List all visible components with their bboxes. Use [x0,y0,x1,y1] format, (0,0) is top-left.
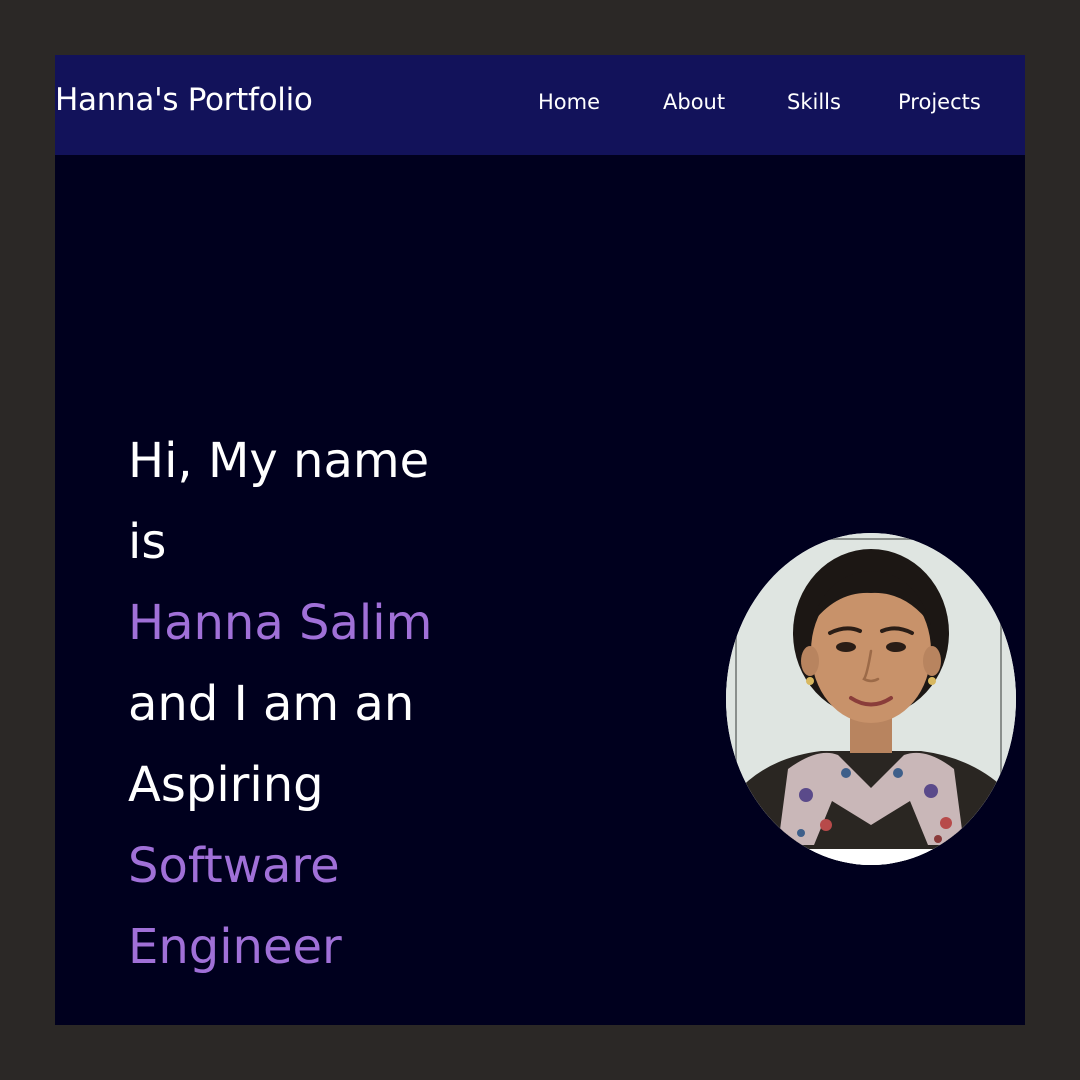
site-brand[interactable]: Hanna's Portfolio [55,82,313,118]
profile-photo-illustration [726,533,1016,865]
profile-photo [726,533,1016,865]
hero-intro: Hi, My name is Hanna Salim and I am an A… [128,421,528,988]
nav-link-home[interactable]: Home [538,90,600,114]
nav-link-about[interactable]: About [663,90,725,114]
nav-link-projects[interactable]: Projects [898,90,981,114]
hero-line-greeting: Hi, My name [128,433,430,489]
hero-line-aspiring: Aspiring [128,757,324,813]
portfolio-page: Hanna's Portfolio Home About Skills Proj… [55,55,1025,1025]
navbar: Hanna's Portfolio Home About Skills Proj… [55,55,1025,155]
hero-line-and: and I am an [128,676,415,732]
hero-role-engineer: Engineer [128,919,342,975]
nav-link-skills[interactable]: Skills [787,90,841,114]
hero-role-software: Software [128,838,340,894]
hero-line-is: is [128,514,167,570]
hero-name: Hanna Salim [128,595,433,651]
